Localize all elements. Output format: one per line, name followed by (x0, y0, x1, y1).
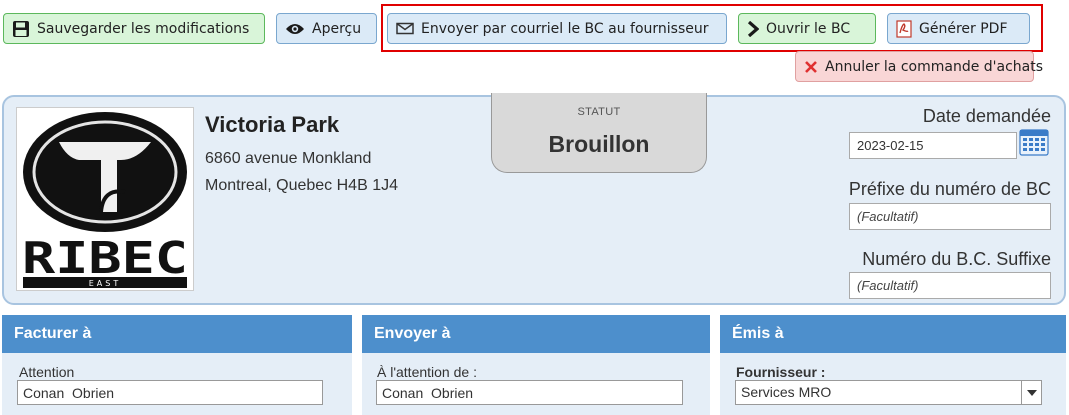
bill-to-header: Facturer à (2, 315, 352, 353)
po-prefix-label: Préfixe du numéro de BC (848, 179, 1051, 199)
po-suffix-label: Numéro du B.C. Suffixe (862, 249, 1051, 269)
cancel-po-button[interactable]: Annuler la commande d'achats (795, 51, 1043, 82)
chevron-right-icon (747, 20, 759, 37)
company-logo: RIBEC EAST (16, 107, 194, 291)
preview-button[interactable]: Aperçu (276, 13, 377, 44)
ship-to-attention-label: À l'attention de : (377, 364, 477, 380)
ship-to-header: Envoyer à (362, 315, 710, 353)
envelope-icon (396, 22, 414, 35)
status-value: Brouillon (548, 131, 650, 157)
generate-pdf-button[interactable]: Générer PDF (887, 13, 1030, 44)
company-logo-graphic: RIBEC EAST (22, 112, 188, 288)
company-address-line1: 6860 avenue Monkland (205, 150, 372, 167)
email-po-button-label: Envoyer par courriel le BC au fournisseu… (421, 20, 709, 37)
supplier-label: Fournisseur : (736, 364, 826, 380)
chevron-down-icon[interactable] (1021, 381, 1041, 404)
date-requested-input[interactable] (849, 132, 1017, 159)
bill-to-attention-label: Attention (19, 364, 75, 380)
cancel-po-button-label: Annuler la commande d'achats (825, 58, 1044, 75)
company-address-line2: Montreal, Quebec H4B 1J4 (205, 177, 398, 194)
status-label: STATUT (577, 106, 621, 118)
save-button[interactable]: Sauvegarder les modifications (3, 13, 265, 44)
supplier-select-value: Services MRO (741, 384, 832, 400)
floppy-disk-icon (12, 20, 30, 38)
pdf-icon (896, 19, 912, 38)
generate-pdf-button-label: Générer PDF (919, 20, 1008, 37)
bill-to-attention-input[interactable] (17, 380, 323, 405)
x-icon (804, 60, 818, 74)
po-suffix-input[interactable] (849, 272, 1051, 299)
calendar-icon[interactable] (1019, 128, 1049, 156)
supplier-select[interactable]: Services MRO (735, 380, 1042, 405)
status-box: STATUT Brouillon (491, 93, 707, 173)
open-po-button[interactable]: Ouvrir le BC (738, 13, 876, 44)
company-logo-text: RIBEC (22, 233, 188, 284)
issued-to-header: Émis à (720, 315, 1066, 353)
po-prefix-input[interactable] (849, 203, 1051, 230)
save-button-label: Sauvegarder les modifications (37, 20, 250, 37)
ship-to-attention-input[interactable] (376, 380, 683, 405)
email-po-button[interactable]: Envoyer par courriel le BC au fournisseu… (387, 13, 727, 44)
company-name: Victoria Park (205, 112, 340, 137)
preview-button-label: Aperçu (312, 20, 362, 37)
company-logo-subtext: EAST (89, 279, 122, 288)
open-po-button-label: Ouvrir le BC (766, 20, 851, 37)
eye-icon (285, 22, 305, 36)
date-requested-label: Date demandée (922, 106, 1051, 126)
